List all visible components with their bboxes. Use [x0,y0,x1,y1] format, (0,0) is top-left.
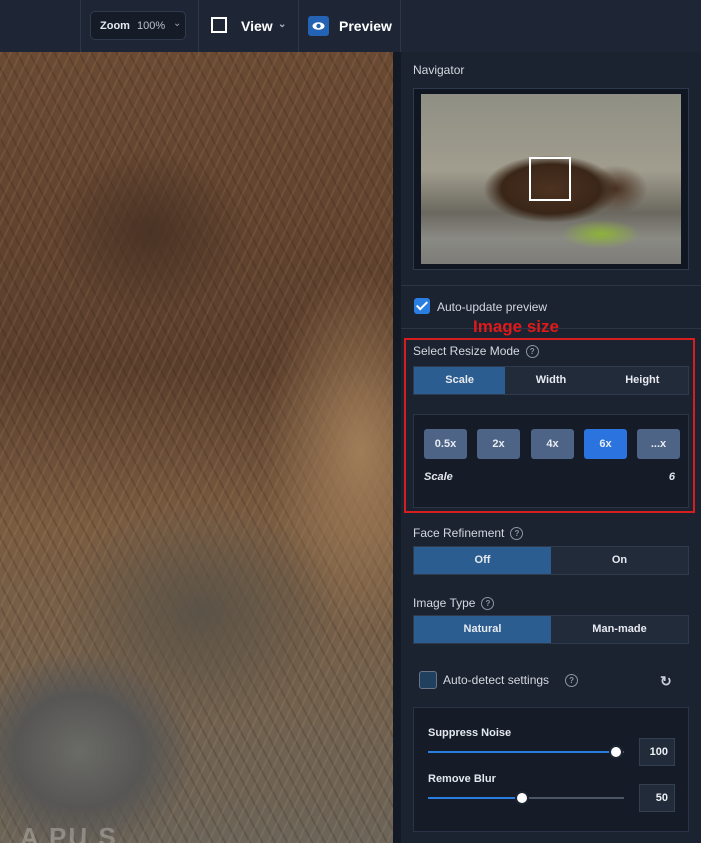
refresh-icon[interactable]: ↻ [660,673,672,690]
auto-detect-label: Auto-detect settings [443,673,550,687]
help-icon[interactable]: ? [565,674,579,688]
zoom-dropdown[interactable]: Zoom 100% ⌄ [90,11,186,40]
face-refinement-off[interactable]: Off [414,547,551,574]
image-type-man-made[interactable]: Man-made [551,616,688,643]
preview-label: Preview [339,18,392,34]
image-type-title: Image Type? [413,596,495,611]
remove-blur-fill [428,797,523,799]
auto-update-checkbox[interactable] [414,298,430,314]
scale-value: 6 [668,471,675,483]
toolbar-separator [400,0,401,52]
tab-width[interactable]: Width [505,367,596,394]
resize-mode-title-text: Select Resize Mode [413,344,520,358]
image-type-natural[interactable]: Natural [414,616,551,643]
divider [401,285,701,286]
scale-label: Scale [424,471,453,483]
toolbar-separator [298,0,299,52]
suppress-noise-value[interactable]: 100 [639,738,675,766]
chevron-down-icon: ⌄ [173,18,182,29]
remove-blur-value[interactable]: 50 [639,784,675,812]
face-refinement-title-text: Face Refinement [413,526,505,540]
scale-button-2x[interactable]: 2x [477,429,520,459]
navigator-viewport-rect[interactable] [529,157,571,201]
auto-detect-checkbox[interactable] [419,671,437,689]
face-refinement-toggle: Off On [413,546,689,575]
help-icon[interactable]: ? [510,527,524,541]
resize-mode-title: Select Resize Mode? [413,344,539,359]
eye-icon [308,16,329,36]
tab-height[interactable]: Height [597,367,688,394]
remove-blur-handle[interactable] [515,791,530,805]
suppress-noise-handle[interactable] [609,745,624,759]
face-refinement-title: Face Refinement? [413,526,524,541]
scale-options-box: 0.5x 2x 4x 6x ...x Scale 6 [413,414,689,508]
image-type-toggle: Natural Man-made [413,615,689,644]
image-canvas[interactable]: A PU S [0,52,393,843]
help-icon[interactable]: ? [481,597,495,611]
scale-button-custom[interactable]: ...x [637,429,680,459]
suppress-noise-slider[interactable] [428,745,624,759]
suppress-noise-fill [428,751,617,753]
settings-panel: Navigator Auto-update preview Image size… [401,52,701,843]
remove-blur-slider[interactable] [428,791,624,805]
image-size-annotation: Image size [473,317,559,336]
suppress-noise-label: Suppress Noise [428,727,512,739]
toolbar-separator [198,0,199,52]
scale-button-6x[interactable]: 6x [584,429,627,459]
watermark-logo: A PU S [20,822,118,843]
chevron-down-icon: ⌄ [278,19,287,30]
zoom-label: Zoom [100,20,130,32]
auto-update-label: Auto-update preview [437,300,548,314]
view-square-icon [211,17,227,33]
zoom-value: 100% [137,20,166,32]
auto-detect-row: Auto-detect settings? [443,673,579,688]
view-label: View [241,18,273,34]
navigator-image [421,94,681,264]
resize-mode-tabs: Scale Width Height [413,366,689,395]
tab-scale[interactable]: Scale [414,367,506,394]
toolbar-separator [80,0,81,52]
image-type-title-text: Image Type [413,596,476,610]
navigator-title: Navigator [413,63,465,77]
remove-blur-label: Remove Blur [428,773,496,785]
top-toolbar: Zoom 100% ⌄ View ⌄ Preview [0,0,701,53]
help-icon[interactable]: ? [525,345,539,359]
navigator-thumbnail[interactable] [413,88,689,270]
scale-button-0-5x[interactable]: 0.5x [424,429,467,459]
sliders-box: Suppress Noise 100 Remove Blur 50 [413,707,689,832]
face-refinement-on[interactable]: On [551,547,688,574]
panel-divider[interactable] [393,52,401,843]
scale-button-4x[interactable]: 4x [531,429,574,459]
